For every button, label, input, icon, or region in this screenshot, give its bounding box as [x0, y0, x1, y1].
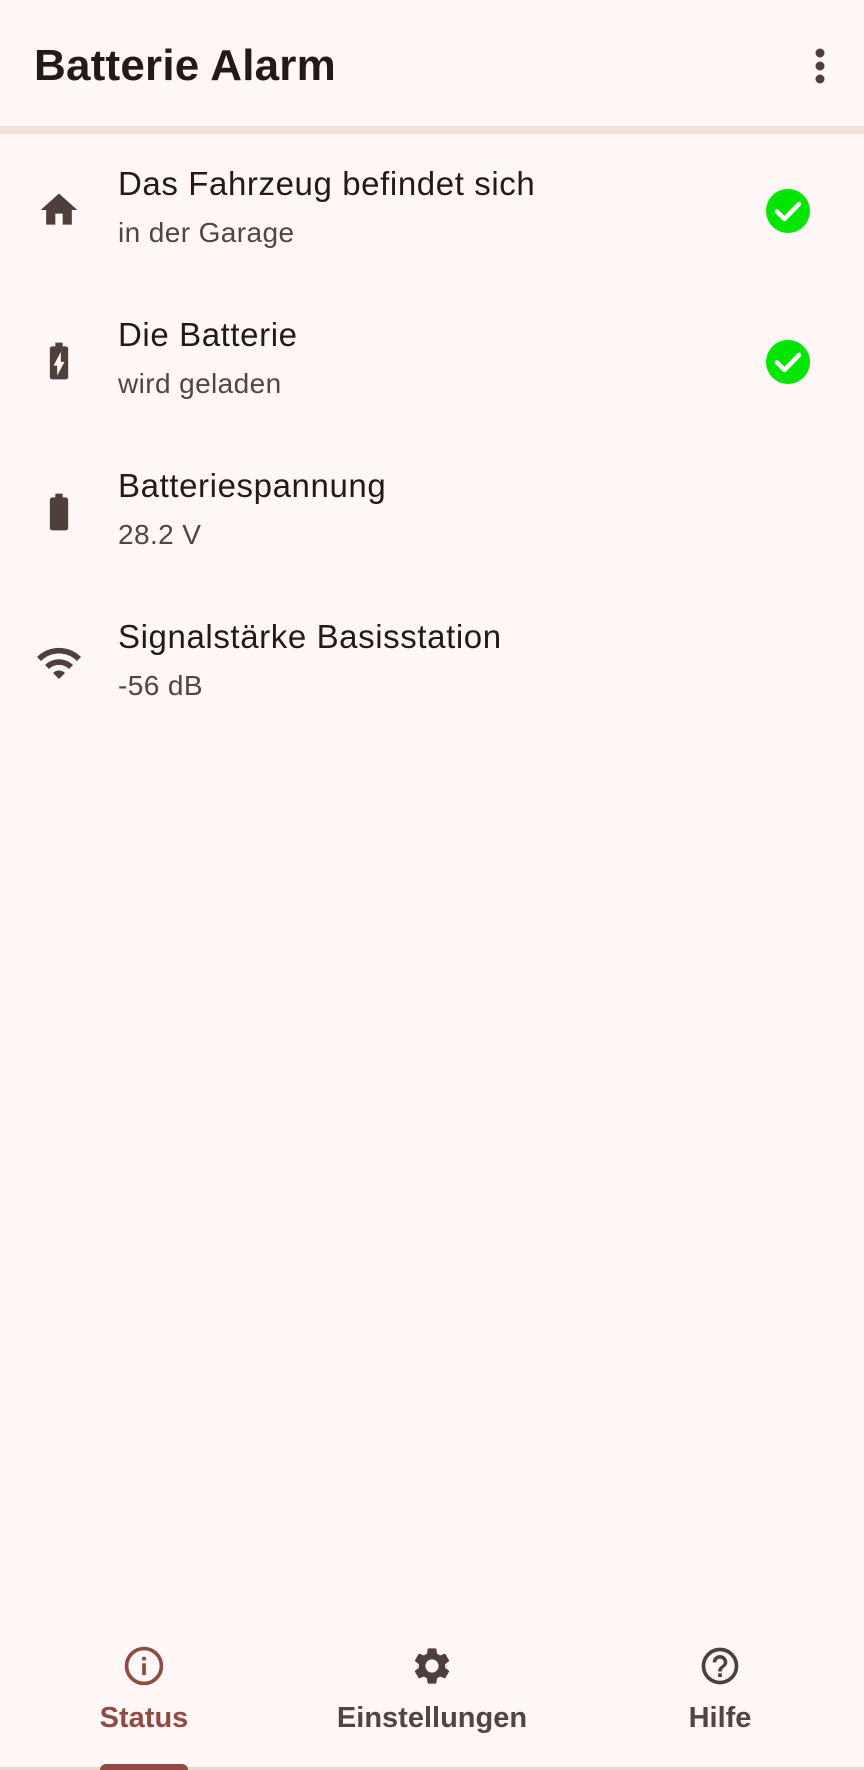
list-item-subtitle: wird geladen: [118, 368, 282, 399]
list-item-signal-strength[interactable]: Signalstärke Basisstation -56 dB: [0, 587, 864, 738]
list-item-title: Das Fahrzeug befindet sich: [118, 165, 536, 202]
more-vert-icon: [815, 48, 825, 84]
list-item-battery-charging[interactable]: Die Batterie wird geladen: [0, 285, 864, 436]
check-circle-icon: [766, 189, 810, 233]
gear-icon: [408, 1642, 456, 1690]
active-tab-indicator: [100, 1764, 188, 1770]
home-icon: [32, 183, 86, 237]
help-icon: [696, 1642, 744, 1690]
battery-full-icon: [32, 485, 86, 539]
app-screen: Batterie Alarm Das Fahrzeug befindet sic…: [0, 0, 864, 1770]
nav-item-settings[interactable]: Einstellungen: [288, 1612, 576, 1770]
check-circle-icon: [766, 340, 810, 384]
list-item-subtitle: -56 dB: [118, 670, 203, 701]
list-item-title: Signalstärke Basisstation: [118, 618, 502, 655]
status-list: Das Fahrzeug befindet sich in der Garage…: [0, 134, 864, 738]
list-item-subtitle: 28.2 V: [118, 519, 202, 550]
info-icon: [120, 1642, 168, 1690]
list-item-title: Batteriespannung: [118, 467, 387, 504]
app-bar: Batterie Alarm: [0, 0, 864, 128]
nav-label-settings: Einstellungen: [336, 1702, 528, 1734]
list-item-battery-voltage[interactable]: Batteriespannung 28.2 V: [0, 436, 864, 587]
nav-label-help: Hilfe: [688, 1702, 752, 1734]
bottom-navigation: Status Einstellungen Hilfe: [0, 1612, 864, 1770]
list-item-title: Die Batterie: [118, 316, 298, 353]
app-title: Batterie Alarm: [34, 41, 336, 90]
list-item-vehicle-location[interactable]: Das Fahrzeug befindet sich in der Garage: [0, 134, 864, 285]
nav-item-help[interactable]: Hilfe: [576, 1612, 864, 1770]
battery-charging-icon: [32, 334, 86, 388]
nav-item-status[interactable]: Status: [0, 1612, 288, 1770]
nav-label-status: Status: [99, 1702, 189, 1734]
list-item-subtitle: in der Garage: [118, 217, 295, 248]
overflow-menu-button[interactable]: [790, 36, 850, 96]
wifi-icon: [32, 636, 86, 690]
app-bar-divider: [0, 126, 864, 134]
